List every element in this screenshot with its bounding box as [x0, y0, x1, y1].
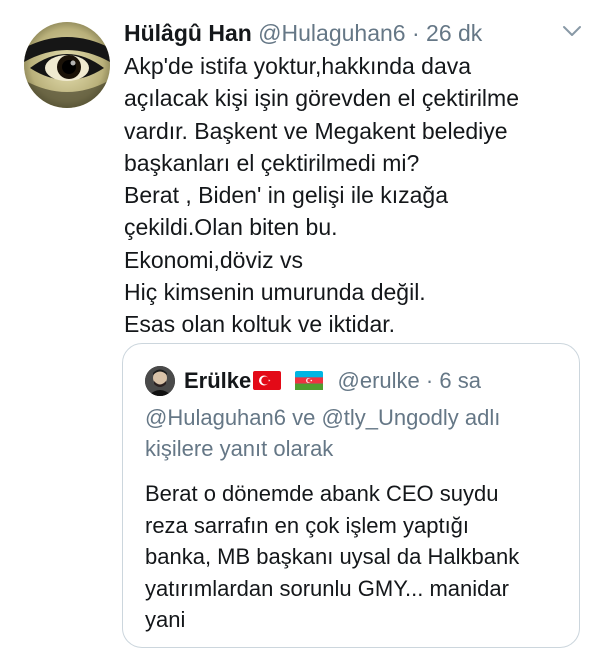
tweet-text-line: çekildi.Olan biten bu. [124, 214, 338, 241]
author-display-name[interactable]: Hülâgû Han [124, 20, 252, 46]
quoted-author-handle[interactable]: @erulke [338, 368, 420, 393]
quoted-tweet-text: Berat o dönemde abank CEO suydu reza sar… [145, 478, 570, 636]
quoted-tweet-header: Erülke @erulke · 6 sa [184, 366, 481, 396]
profile-avatar[interactable] [24, 22, 110, 108]
quoted-author-display-name[interactable]: Erülke [184, 368, 251, 393]
tweet-timestamp[interactable]: 26 dk [426, 20, 482, 46]
tweet-text-line: Akp'de istifa yoktur,hakkında dava [124, 53, 472, 79]
quoted-text-line: yatırımlardan sorunlu GMY... manidar [145, 575, 509, 601]
quoted-text-line: banka, MB başkanı uysal da Halkbank [145, 544, 520, 569]
tweet-text-line: vardır. Başkent ve Megakent belediye [124, 117, 508, 144]
tweet-text-line: Esas olan koltuk ve iktidar. [124, 311, 396, 338]
tweet-header: Hülâgû Han @Hulaguhan6 · 26 dk [124, 18, 482, 48]
reply-context-line: kişilere yanıt olarak [145, 436, 334, 461]
quoted-text-line: Berat o dönemde abank CEO suydu [145, 481, 499, 506]
azerbaijan-flag-icon [295, 371, 324, 390]
quoted-author-avatar[interactable] [145, 366, 175, 396]
quoted-tweet-card[interactable]: Erülke @erulke · 6 sa @Hulaguhan6 ve @tl… [122, 343, 580, 648]
reply-context: @Hulaguhan6 ve @tly_Ungodly adlı kişiler… [145, 402, 565, 464]
turkey-flag-icon [253, 371, 282, 390]
tweet-text-line: açılacak kişi işin görevden el çektirilm… [124, 85, 519, 112]
tweet-text-line: başkanları el çektirilmedi mi? [124, 149, 420, 176]
reply-context-line[interactable]: @Hulaguhan6 ve @tly_Ungodly adlı [145, 402, 565, 433]
quoted-text-line: yani [145, 607, 186, 632]
quoted-tweet-timestamp[interactable]: 6 sa [439, 368, 481, 393]
tweet-text-line: Hiç kimsenin umurunda değil. [124, 279, 426, 306]
tweet[interactable]: Hülâgû Han @Hulaguhan6 · 26 dk Akp'de is… [0, 0, 608, 651]
quoted-header-separator: · [425, 368, 434, 393]
tweet-text: Akp'de istifa yoktur,hakkında dava açıla… [124, 50, 594, 341]
author-handle[interactable]: @Hulaguhan6 [258, 20, 405, 46]
quoted-text-line: reza sarrafın en çok işlem yaptığı [145, 512, 470, 538]
person-avatar-icon [145, 366, 175, 396]
tweet-text-line: Ekonomi,döviz vs [124, 246, 303, 273]
header-separator: · [411, 20, 420, 46]
chevron-down-icon[interactable] [562, 24, 582, 38]
eye-avatar-icon [24, 22, 110, 108]
tweet-text-line: Berat , Biden' in gelişi ile kızağa [124, 182, 449, 209]
